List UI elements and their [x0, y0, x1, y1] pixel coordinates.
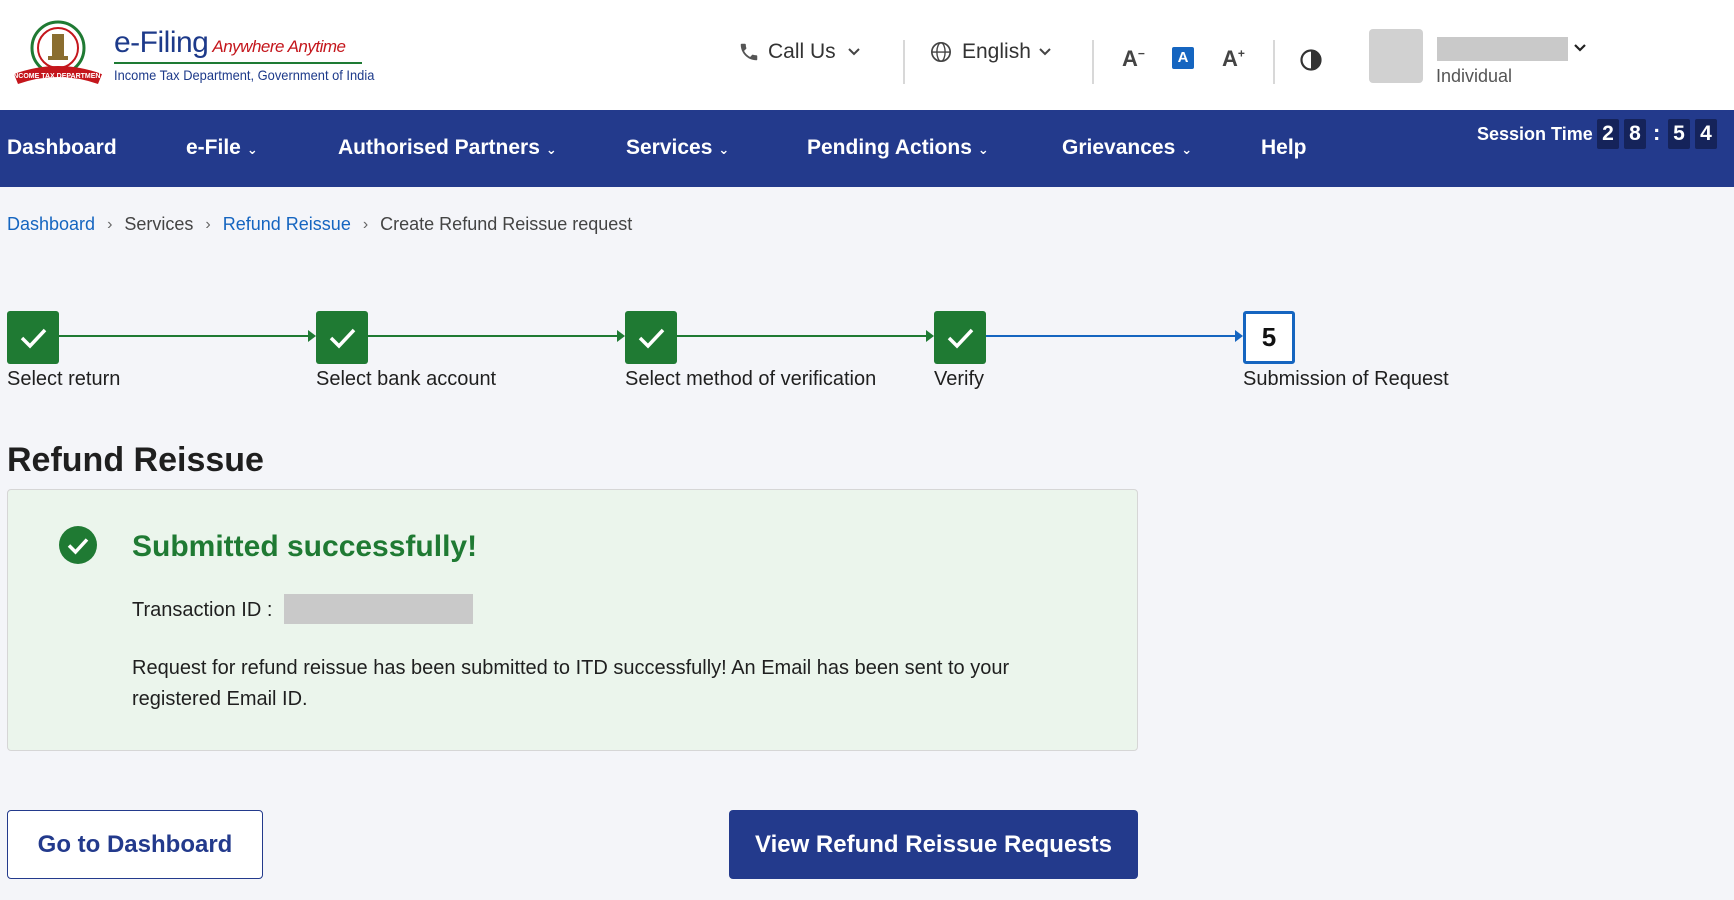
session-digit: 2 — [1597, 119, 1619, 149]
check-icon — [947, 328, 974, 349]
phone-icon — [740, 43, 758, 61]
step-label: Select return — [7, 368, 121, 390]
avatar[interactable] — [1369, 29, 1423, 83]
header-divider — [903, 40, 905, 84]
arrow-right-icon — [308, 330, 316, 342]
top-header: INCOME TAX DEPARTMENT e-Filing Anywhere A… — [0, 0, 1734, 110]
step-connector — [986, 335, 1236, 337]
arrow-right-icon — [1235, 330, 1243, 342]
step-label: Submission of Request — [1243, 368, 1449, 390]
chevron-right-icon: › — [362, 215, 369, 233]
user-role: Individual — [1436, 66, 1513, 86]
logo-text: INCOME TAX DEPARTMENT — [11, 73, 105, 80]
chevron-down-icon — [1039, 48, 1051, 56]
check-circle-icon — [59, 526, 97, 564]
success-message-card: Submitted successfully! Transaction ID :… — [7, 489, 1138, 751]
chevron-down-icon: ⌄ — [246, 141, 258, 157]
language-label: English — [962, 40, 1031, 63]
brand-tagline: Anywhere Anytime — [212, 37, 346, 56]
font-increase-button[interactable]: A+ — [1222, 46, 1245, 72]
session-digit: 4 — [1695, 119, 1717, 149]
transaction-id-label: Transaction ID : — [132, 599, 273, 621]
nav-grievances[interactable]: Grievances ⌄ — [1062, 136, 1192, 160]
step-connector — [59, 335, 309, 337]
chevron-right-icon: › — [205, 215, 211, 233]
session-time-label: Session Time — [1477, 124, 1593, 144]
chevron-down-icon[interactable] — [1572, 40, 1588, 56]
nav-services[interactable]: Services ⌄ — [626, 136, 729, 160]
brand-subtitle: Income Tax Department, Government of Ind… — [114, 67, 375, 83]
arrow-right-icon — [617, 330, 625, 342]
breadcrumb-services: Services — [124, 214, 194, 234]
step-connector — [368, 335, 618, 337]
chevron-down-icon — [847, 48, 860, 56]
step-label: Verify — [934, 368, 985, 390]
font-normal-button[interactable]: A — [1172, 47, 1194, 69]
call-us-menu[interactable]: Call Us — [738, 40, 862, 64]
transaction-id-redacted — [284, 594, 473, 624]
main-nav: Dashboard e-File ⌄ Authorised Partners ⌄ S… — [0, 110, 1734, 187]
session-colon: : — [1653, 120, 1661, 145]
check-icon — [638, 328, 665, 349]
chevron-right-icon: › — [107, 215, 113, 233]
user-name-redacted[interactable] — [1437, 37, 1568, 61]
step-label: Select method of verification — [625, 368, 877, 390]
contrast-icon[interactable] — [1299, 48, 1323, 72]
brand-title: e-Filing Anywhere Anytime — [114, 26, 397, 60]
header-divider — [1092, 40, 1094, 84]
nav-dashboard[interactable]: Dashboard — [7, 136, 117, 160]
session-digit: 5 — [1668, 119, 1690, 149]
step-label: Select bank account — [316, 368, 497, 390]
step-5-current: 5 — [1243, 311, 1295, 364]
check-icon — [20, 328, 47, 349]
brand-block[interactable]: e-Filing Anywhere Anytime Income Tax Depa… — [114, 26, 397, 83]
call-us-label: Call Us — [768, 40, 836, 63]
go-to-dashboard-button[interactable]: Go to Dashboard — [7, 810, 263, 879]
income-tax-emblem-logo[interactable]: INCOME TAX DEPARTMENT — [8, 18, 108, 90]
view-refund-reissue-requests-button[interactable]: View Refund Reissue Requests — [729, 810, 1138, 879]
chevron-down-icon: ⌄ — [977, 141, 989, 157]
nav-help[interactable]: Help — [1261, 136, 1307, 160]
brand-name: e-Filing — [114, 26, 209, 59]
nav-authorised-partners[interactable]: Authorised Partners ⌄ — [338, 136, 557, 160]
language-selector[interactable]: English — [930, 40, 1053, 64]
step-3-complete — [625, 311, 677, 364]
success-heading: Submitted successfully! — [132, 530, 478, 563]
nav-pending-actions[interactable]: Pending Actions ⌄ — [807, 136, 989, 160]
step-4-complete — [934, 311, 986, 364]
chevron-down-icon: ⌄ — [718, 141, 730, 157]
font-decrease-button[interactable]: A− — [1122, 46, 1145, 72]
breadcrumb: Dashboard › Services › Refund Reissue › … — [7, 214, 632, 235]
nav-e-file[interactable]: e-File ⌄ — [186, 136, 258, 160]
step-connector — [677, 335, 927, 337]
header-divider — [1273, 40, 1275, 84]
breadcrumb-refund-reissue[interactable]: Refund Reissue — [223, 214, 351, 235]
step-2-complete — [316, 311, 368, 364]
breadcrumb-current: Create Refund Reissue request — [380, 214, 633, 234]
arrow-right-icon — [926, 330, 934, 342]
step-1-complete — [7, 311, 59, 364]
page-title: Refund Reissue — [7, 441, 264, 479]
success-message-text: Request for refund reissue has been subm… — [132, 657, 1010, 710]
chevron-down-icon: ⌄ — [545, 141, 557, 157]
globe-icon — [931, 42, 951, 62]
chevron-down-icon: ⌄ — [1181, 141, 1193, 157]
brand-divider — [114, 62, 362, 64]
session-digit: 8 — [1624, 119, 1646, 149]
check-icon — [329, 328, 356, 349]
breadcrumb-dashboard[interactable]: Dashboard — [7, 214, 95, 235]
